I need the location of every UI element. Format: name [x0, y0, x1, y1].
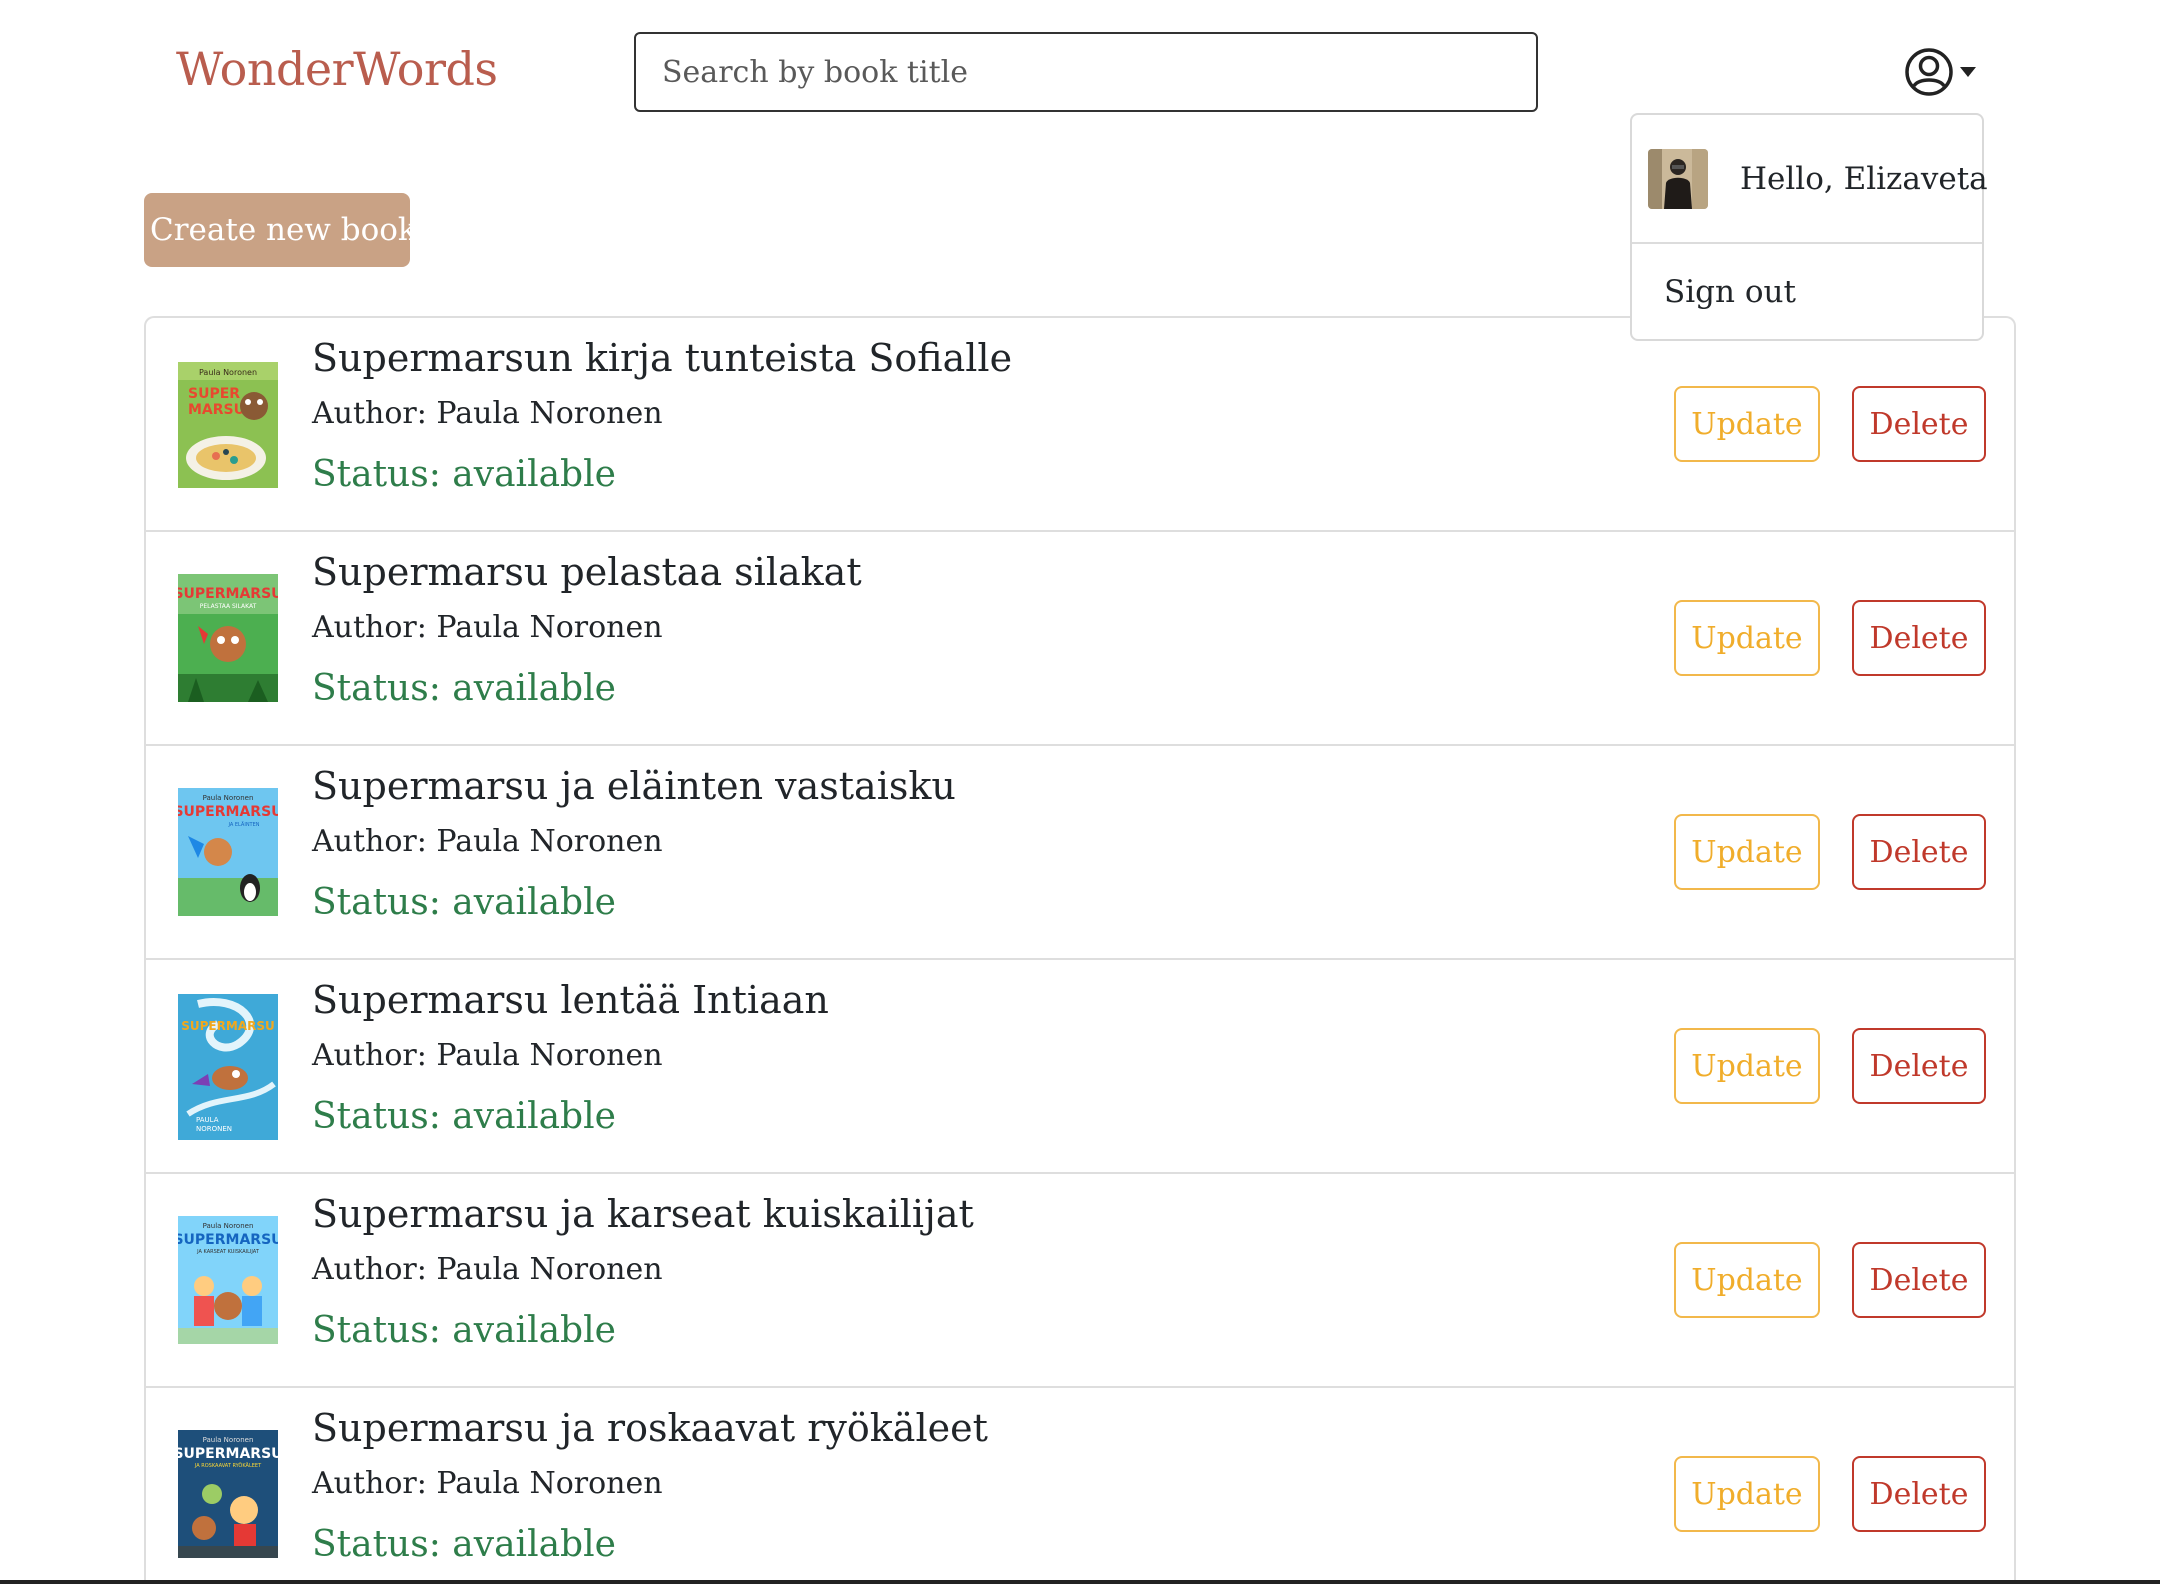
- update-button[interactable]: Update: [1674, 1456, 1820, 1532]
- user-circle-icon: [1905, 48, 1953, 96]
- svg-text:SUPERMARSU: SUPERMARSU: [178, 804, 278, 820]
- book-status: Status: available: [312, 1096, 616, 1137]
- user-dropdown-menu: Hello, Elizaveta Sign out: [1630, 113, 1988, 341]
- update-button[interactable]: Update: [1674, 600, 1820, 676]
- svg-text:SUPERMARSU: SUPERMARSU: [181, 1019, 274, 1033]
- svg-text:PELASTAA SILAKAT: PELASTAA SILAKAT: [200, 603, 257, 610]
- book-cover-image: Paula Noronen SUPERMARSU JA ELÄINTEN: [178, 788, 278, 916]
- svg-text:Paula Noronen: Paula Noronen: [203, 1222, 254, 1230]
- book-title: Supermarsun kirja tunteista Sofialle: [312, 336, 1013, 380]
- book-list-item: Paula Noronen SUPER MARSUN Supermarsun k…: [146, 318, 2014, 532]
- brand-logo[interactable]: WonderWords: [176, 42, 498, 96]
- update-button[interactable]: Update: [1674, 1242, 1820, 1318]
- svg-text:Paula Noronen: Paula Noronen: [199, 368, 257, 377]
- book-author: Author: Paula Noronen: [312, 396, 663, 431]
- delete-button[interactable]: Delete: [1852, 1456, 1986, 1532]
- avatar: [1648, 148, 1708, 209]
- user-menu-toggle[interactable]: [1904, 40, 1984, 104]
- book-author: Author: Paula Noronen: [312, 1252, 663, 1287]
- svg-text:Paula Noronen: Paula Noronen: [203, 1436, 254, 1444]
- book-title: Supermarsu ja roskaavat ryökäleet: [312, 1406, 988, 1450]
- svg-text:Paula Noronen: Paula Noronen: [203, 794, 254, 802]
- window-bottom-edge: [0, 1580, 2160, 1584]
- book-author: Author: Paula Noronen: [312, 1466, 663, 1501]
- book-title: Supermarsu ja karseat kuiskailijat: [312, 1192, 974, 1236]
- book-title: Supermarsu lentää Intiaan: [312, 978, 829, 1022]
- book-list: Paula Noronen SUPER MARSUN Supermarsun k…: [144, 316, 2016, 1584]
- delete-button[interactable]: Delete: [1852, 386, 1986, 462]
- update-button[interactable]: Update: [1674, 814, 1820, 890]
- svg-text:JA ROSKAAVAT RYÖKÄLEET: JA ROSKAAVAT RYÖKÄLEET: [194, 1462, 262, 1469]
- user-greeting-row: Hello, Elizaveta: [1632, 115, 1988, 244]
- svg-text:SUPERMARSU: SUPERMARSU: [178, 586, 278, 602]
- delete-button[interactable]: Delete: [1852, 814, 1986, 890]
- svg-text:SUPERMARSU: SUPERMARSU: [178, 1446, 278, 1462]
- book-cover-image: SUPERMARSU PAULA NORONEN: [178, 994, 278, 1140]
- book-title: Supermarsu pelastaa silakat: [312, 550, 862, 594]
- delete-button[interactable]: Delete: [1852, 600, 1986, 676]
- book-status: Status: available: [312, 1310, 616, 1351]
- book-author: Author: Paula Noronen: [312, 824, 663, 859]
- svg-text:NORONEN: NORONEN: [196, 1125, 232, 1133]
- svg-text:JA KARSEAT KUISKAILIJAT: JA KARSEAT KUISKAILIJAT: [196, 1249, 260, 1255]
- book-author: Author: Paula Noronen: [312, 1038, 663, 1073]
- caret-down-icon: [1960, 67, 1976, 77]
- update-button[interactable]: Update: [1674, 1028, 1820, 1104]
- book-status: Status: available: [312, 668, 616, 709]
- book-list-item: Paula Noronen SUPERMARSU JA ELÄINTEN Sup…: [146, 746, 2014, 960]
- book-status: Status: available: [312, 882, 616, 923]
- book-list-item: Paula Noronen SUPERMARSU JA KARSEAT KUIS…: [146, 1174, 2014, 1388]
- search-input[interactable]: [634, 32, 1538, 112]
- book-author: Author: Paula Noronen: [312, 610, 663, 645]
- page: WonderWords Hello, Elizaveta Si: [0, 0, 2160, 1584]
- book-cover-image: Paula Noronen SUPERMARSU JA ROSKAAVAT RY…: [178, 1430, 278, 1558]
- book-cover-image: Paula Noronen SUPERMARSU JA KARSEAT KUIS…: [178, 1216, 278, 1344]
- book-list-item: SUPERMARSU PAULA NORONEN Supermarsu lent…: [146, 960, 2014, 1174]
- book-list-item: Paula Noronen SUPERMARSU JA ROSKAAVAT RY…: [146, 1388, 2014, 1584]
- sign-out-link[interactable]: Sign out: [1632, 244, 1982, 341]
- book-title: Supermarsu ja eläinten vastaisku: [312, 764, 956, 808]
- greeting-text: Hello, Elizaveta: [1740, 160, 1988, 197]
- svg-text:SUPER: SUPER: [188, 386, 240, 402]
- delete-button[interactable]: Delete: [1852, 1242, 1986, 1318]
- book-cover-image: Paula Noronen SUPER MARSUN: [178, 362, 278, 488]
- book-status: Status: available: [312, 454, 616, 495]
- book-cover-image: SUPERMARSU PELASTAA SILAKAT: [178, 574, 278, 702]
- svg-text:JA ELÄINTEN: JA ELÄINTEN: [227, 821, 259, 828]
- svg-text:SUPERMARSU: SUPERMARSU: [178, 1232, 278, 1248]
- svg-text:PAULA: PAULA: [196, 1116, 219, 1124]
- delete-button[interactable]: Delete: [1852, 1028, 1986, 1104]
- update-button[interactable]: Update: [1674, 386, 1820, 462]
- create-new-book-button[interactable]: Create new book: [144, 193, 417, 267]
- book-list-item: SUPERMARSU PELASTAA SILAKAT Supermarsu p…: [146, 532, 2014, 746]
- book-status: Status: available: [312, 1524, 616, 1565]
